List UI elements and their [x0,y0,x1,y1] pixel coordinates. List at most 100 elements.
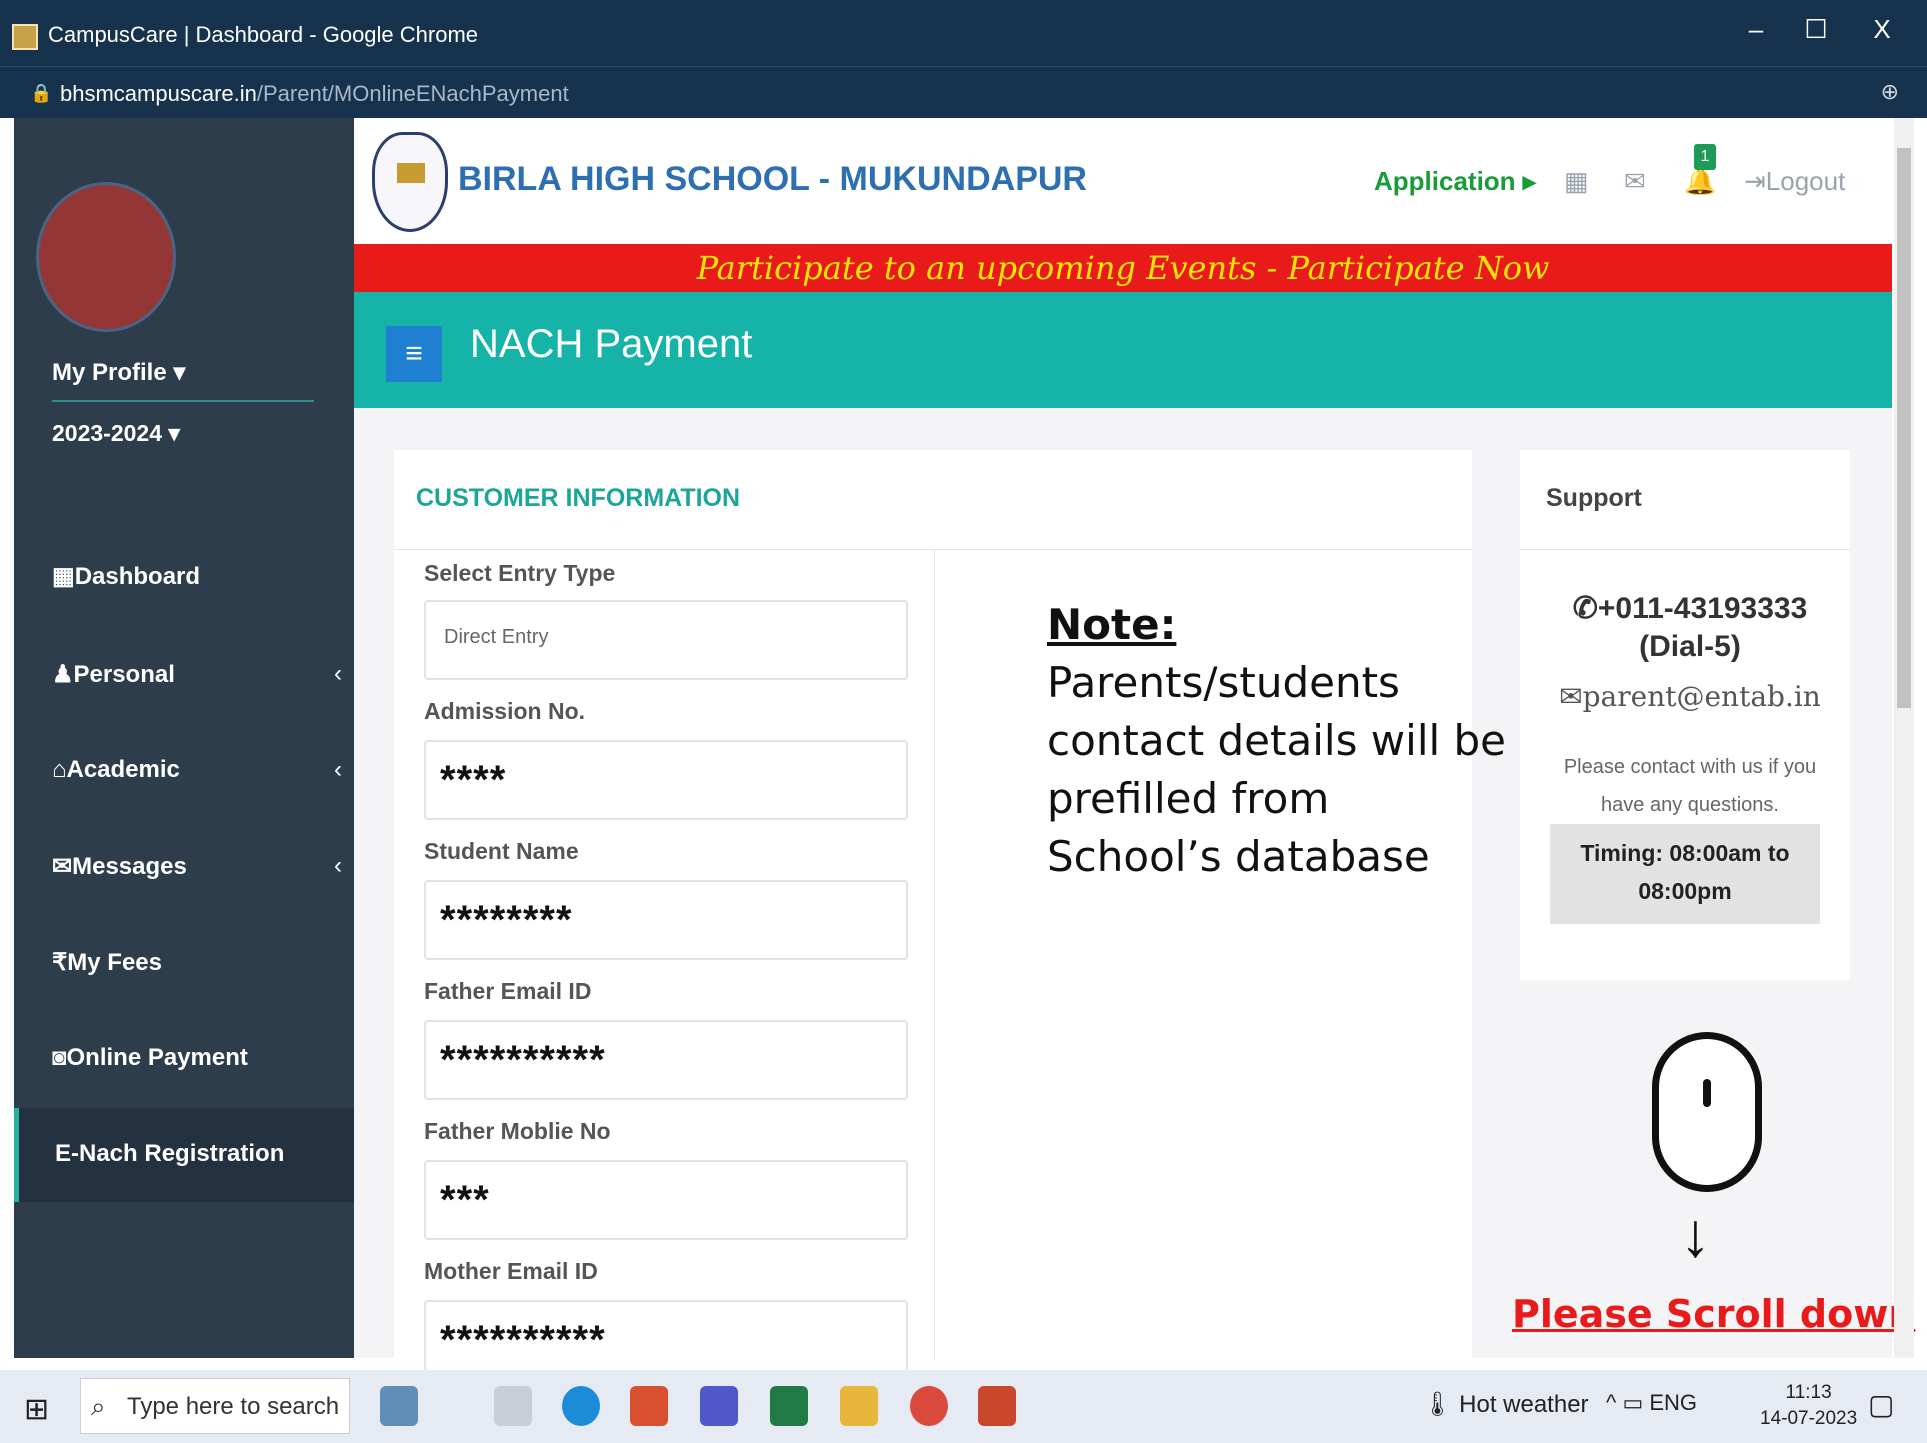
envelope-icon: ✉ [52,853,73,880]
logout-button[interactable]: ⇥Logout [1744,166,1845,197]
sidebar-item-my-fees[interactable]: ₹My Fees [52,948,342,977]
rupee-icon: ₹ [52,949,68,976]
vertical-scrollbar[interactable] [1894,118,1914,1358]
support-phone[interactable]: ✆+011-43193333 (Dial-5) [1540,590,1840,666]
dashboard-icon: ▦ [52,563,75,590]
entry-type-label: Select Entry Type [424,560,616,586]
minimize-button[interactable]: – [1736,14,1776,45]
mail-icon[interactable]: ✉ [1624,166,1646,197]
logout-label: Logout [1765,166,1846,196]
file-explorer-icon[interactable] [840,1386,878,1426]
mouse-icon [1652,1032,1762,1192]
bell-icon[interactable]: 🔔 [1684,166,1716,197]
mother-email-field[interactable]: ********** [424,1300,908,1380]
edge-icon[interactable] [562,1386,600,1426]
application-menu[interactable]: Application ▸ [1374,166,1536,197]
support-title: Support [1546,484,1642,512]
sidebar-item-messages[interactable]: ✉Messages ‹ [52,852,342,881]
support-email-address: parent@entab.in [1582,680,1821,713]
search-placeholder: Type here to search [127,1393,340,1420]
customer-information-card: CUSTOMER INFORMATION Select Entry Type D… [394,450,1472,1380]
entry-type-select[interactable]: Direct Entry [424,600,908,680]
language-indicator: ENG [1649,1390,1698,1415]
sidebar-item-academic[interactable]: ⌂Academic ‹ [52,756,342,784]
entry-type-value: Direct Entry [444,626,549,648]
father-email-value: ********** [440,1038,606,1082]
chevron-up-icon: ^ [1606,1390,1617,1415]
pen-app-icon[interactable] [630,1386,668,1426]
weather-widget[interactable]: 🌡 Hot weather [1422,1390,1589,1419]
task-view-icon[interactable] [494,1386,532,1426]
father-mobile-label: Father Moblie No [424,1118,611,1144]
note-line: School’s database [1047,832,1430,881]
sidebar-item-label: Online Payment [66,1044,248,1071]
thermometer-icon: 🌡 [1422,1391,1453,1418]
excel-icon[interactable] [770,1386,808,1426]
sidebar-item-personal[interactable]: ♟Personal ‹ [52,660,342,689]
sidebar-item-label: Dashboard [74,563,201,590]
admission-no-value: **** [440,758,507,802]
support-card: Support ✆+011-43193333 (Dial-5) ✉parent@… [1520,450,1850,980]
chevron-left-icon: ‹ [334,756,342,783]
chevron-left-icon: ‹ [334,660,342,687]
arrow-down-icon: ↓ [1680,1201,1711,1270]
money-icon: ◙ [52,1044,67,1071]
close-button[interactable]: X [1862,14,1902,45]
scrollbar-thumb[interactable] [1897,148,1911,708]
section-title: CUSTOMER INFORMATION [416,484,741,512]
teams-icon[interactable] [700,1386,738,1426]
url-path: /Parent/MOnlineENachPayment [256,81,569,106]
envelope-icon: ✉ [1559,680,1583,713]
support-timing: Timing: 08:00am to 08:00pm [1550,824,1820,924]
weather-text: Hot weather [1459,1391,1589,1418]
main-content: CUSTOMER INFORMATION Select Entry Type D… [354,408,1892,1380]
system-tray[interactable]: ^ ▭ ENG [1606,1390,1697,1416]
card-divider [934,550,935,1360]
search-icon: ⌕ [91,1391,106,1421]
powerpoint-icon[interactable] [978,1386,1016,1426]
my-profile-menu[interactable]: My Profile ▾ [52,358,185,387]
windows-start-icon[interactable]: ⊞ [24,1392,49,1427]
clock-time: 11:13 [1785,1382,1832,1403]
window-title: CampusCare | Dashboard - Google Chrome [48,22,479,47]
scroll-down-hint: Please Scroll down [1512,1292,1916,1336]
notification-center-icon[interactable]: ▢ [1868,1388,1894,1421]
sidebar-item-online-payment[interactable]: ◙Online Payment [52,1044,342,1072]
father-email-label: Father Email ID [424,978,592,1004]
hamburger-menu-button[interactable]: ≡ [386,326,442,382]
father-email-field[interactable]: ********** [424,1020,908,1100]
avatar[interactable] [36,182,176,332]
url-text[interactable]: bhsmcampuscare.in/Parent/MOnlineENachPay… [60,81,569,107]
sidebar-item-label: Messages [72,853,187,880]
admission-no-field[interactable]: **** [424,740,908,820]
maximize-button[interactable]: ☐ [1796,14,1836,45]
chevron-left-icon: ‹ [334,852,342,879]
chrome-icon[interactable] [910,1386,948,1426]
father-mobile-field[interactable]: *** [424,1160,908,1240]
system-clock[interactable]: 11:13 14-07-2023 [1760,1380,1857,1432]
sidebar-divider [52,400,314,402]
student-name-field[interactable]: ******** [424,880,908,960]
grid-icon[interactable]: ▦ [1564,166,1589,197]
father-mobile-value: *** [440,1178,490,1222]
student-name-label: Student Name [424,838,579,864]
sidebar-item-dashboard[interactable]: ▦Dashboard [52,562,342,591]
mother-email-value: ********** [440,1318,606,1362]
events-banner[interactable]: Participate to an upcoming Events - Part… [354,244,1892,292]
card-header: CUSTOMER INFORMATION [394,450,1472,550]
address-bar[interactable]: 🔒 bhsmcampuscare.in/Parent/MOnlineENachP… [0,66,1927,118]
school-logo [372,132,448,232]
sidebar-item-e-nach-registration[interactable]: E-Nach Registration [14,1108,354,1202]
browser-title-bar: CampusCare | Dashboard - Google Chrome –… [0,0,1927,66]
session-selector[interactable]: 2023-2024 ▾ [52,420,180,447]
whale-widget-icon[interactable] [380,1386,418,1426]
note-title: Note: [1047,600,1177,649]
sidebar-item-label: Personal [73,661,175,688]
zoom-icon[interactable]: ⊕ [1881,79,1899,105]
campuscare-app-icon [12,24,38,50]
clock-date: 14-07-2023 [1760,1408,1858,1429]
taskbar-search[interactable]: ⌕ Type here to search [80,1378,350,1434]
admission-no-label: Admission No. [424,698,586,724]
school-name: BIRLA HIGH SCHOOL - MUKUNDAPUR [458,160,1087,198]
support-email[interactable]: ✉parent@entab.in [1540,680,1840,713]
